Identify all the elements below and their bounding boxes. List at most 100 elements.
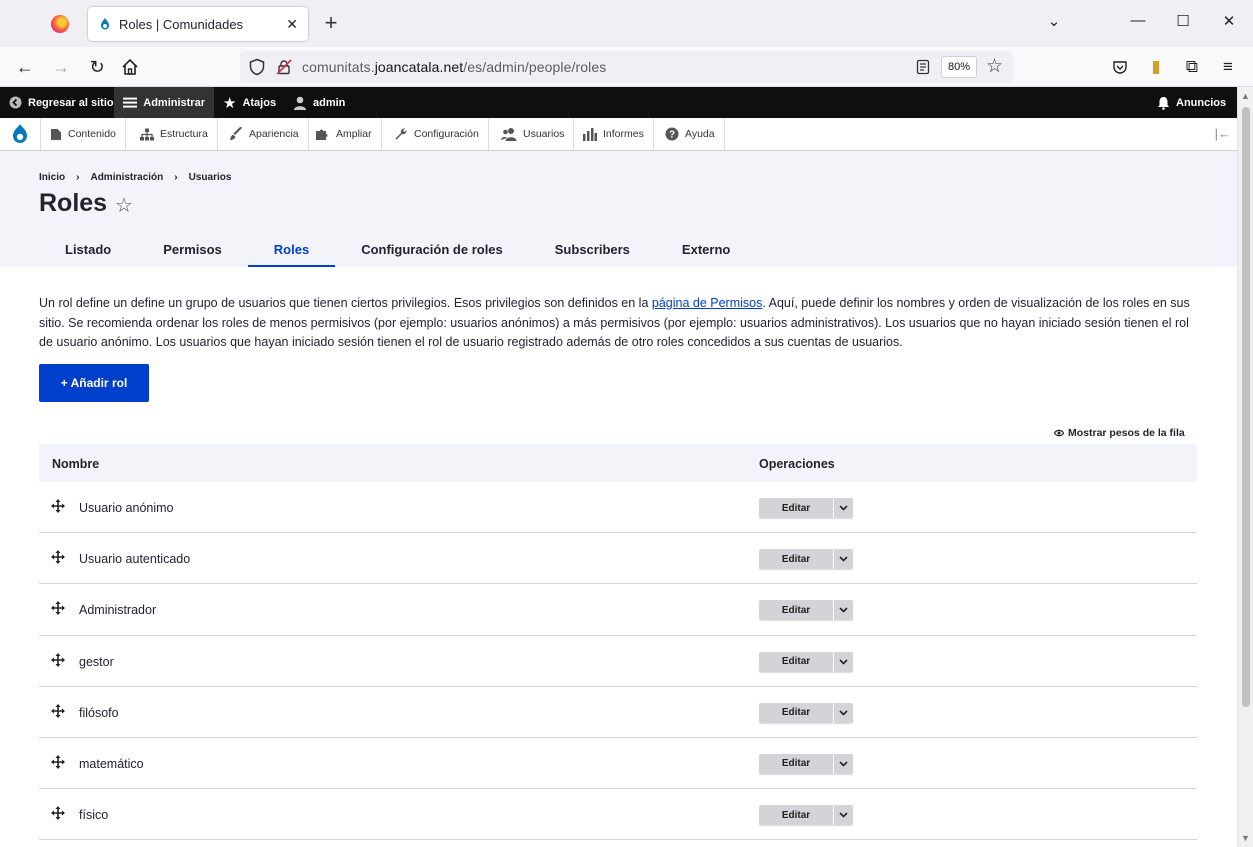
table-row: Usuario anónimo Editar (39, 482, 1197, 534)
tray-item-appearance[interactable]: Apariencia (220, 118, 309, 150)
edit-button[interactable]: Editar (759, 498, 833, 518)
firefox-icon[interactable] (51, 15, 69, 33)
zoom-level-button[interactable]: 80% (941, 56, 978, 78)
tracking-shield-icon[interactable] (248, 58, 266, 76)
operations-toggle-button[interactable] (833, 498, 853, 518)
shortcuts-menu-button[interactable]: ★ Atajos (214, 87, 285, 118)
drag-handle-icon[interactable] (51, 703, 65, 718)
tray-item-people[interactable]: Usuarios (492, 118, 575, 150)
operations-toggle-button[interactable] (833, 549, 853, 570)
user-label: admin (313, 96, 346, 109)
breadcrumb-separator-icon: › (174, 172, 178, 183)
roles-description: Un rol define un define un grupo de usua… (39, 294, 1194, 353)
browser-tab[interactable]: Roles | Comunidades ✕ (88, 7, 308, 41)
drag-handle-icon[interactable] (51, 754, 65, 769)
scroll-up-icon[interactable]: ▲ (1241, 91, 1250, 101)
close-window-icon[interactable]: ✕ (1219, 12, 1239, 30)
operations-toggle-button[interactable] (833, 651, 853, 672)
url-bar[interactable]: comunitats.joancatala.net/es/admin/peopl… (240, 51, 1013, 83)
tray-item-extend[interactable]: Ampliar (306, 118, 382, 150)
tab-subscribers[interactable]: Subscribers (529, 236, 656, 267)
tab-role-settings[interactable]: Configuración de roles (335, 236, 529, 267)
maximize-icon[interactable]: ☐ (1173, 12, 1193, 30)
breadcrumb-people-link[interactable]: Usuarios (189, 172, 232, 183)
operations-toggle-button[interactable] (833, 702, 853, 723)
new-tab-icon[interactable]: + (320, 10, 342, 36)
close-tab-icon[interactable]: ✕ (286, 16, 298, 33)
url-text[interactable]: comunitats.joancatala.net/es/admin/peopl… (302, 59, 606, 75)
reader-view-icon[interactable] (915, 59, 931, 75)
operations-dropbutton: Editar (759, 651, 853, 672)
permissions-page-link[interactable]: página de Permisos (652, 296, 762, 310)
operations-toggle-button[interactable] (833, 805, 853, 826)
back-arrow-icon[interactable]: ← (13, 55, 37, 79)
scroll-down-icon[interactable]: ▼ (1241, 833, 1250, 843)
insecure-lock-icon[interactable] (276, 59, 292, 75)
add-shortcut-star-icon[interactable]: ☆ (115, 193, 133, 218)
tab-external[interactable]: Externo (656, 236, 756, 267)
tab-list[interactable]: Listado (39, 236, 137, 267)
tab-permissions[interactable]: Permisos (137, 236, 248, 267)
table-row: físico Editar (39, 789, 1197, 841)
drag-handle-icon[interactable] (51, 652, 65, 667)
page-scrollbar[interactable]: ▲ ▼ (1237, 87, 1253, 847)
manage-menu-button[interactable]: Administrar (114, 87, 214, 118)
show-row-weights-link[interactable]: Mostrar pesos de la fila (1054, 427, 1185, 439)
tray-item-configuration[interactable]: Configuración (385, 118, 489, 150)
announcements-button[interactable]: Anuncios (1148, 87, 1235, 118)
drupal-logo-link[interactable] (0, 118, 41, 150)
tab-roles[interactable]: Roles (247, 236, 336, 267)
operations-dropbutton: Editar (759, 600, 853, 621)
drag-handle-icon[interactable] (51, 499, 65, 513)
breadcrumb-admin-link[interactable]: Administración (90, 172, 163, 183)
tray-item-structure-label: Estructura (160, 128, 208, 140)
tray-item-reports[interactable]: Informes (574, 118, 654, 150)
chevron-down-icon (839, 710, 848, 716)
extension-bar-icon[interactable]: ▮ (1144, 55, 1168, 79)
user-menu-button[interactable]: admin (284, 87, 354, 118)
operations-dropbutton: Editar (759, 498, 853, 518)
browser-nav-bar: ← → ↻ comunitats.joancatala.net/es/admin… (0, 47, 1253, 87)
edit-button[interactable]: Editar (759, 549, 833, 570)
role-name: matemático (79, 756, 144, 771)
table-row: Usuario autenticado Editar (39, 533, 1197, 585)
operations-dropbutton: Editar (759, 805, 853, 826)
add-role-button[interactable]: + Añadir rol (39, 364, 149, 402)
drupal-logo-icon (13, 124, 27, 143)
scrollbar-thumb[interactable] (1242, 107, 1250, 707)
table-row: gestor Editar (39, 636, 1197, 687)
tray-item-content[interactable]: Contenido (41, 118, 126, 150)
reload-icon[interactable]: ↻ (85, 55, 109, 79)
edit-button[interactable]: Editar (759, 702, 833, 723)
configuration-wrench-icon (395, 128, 407, 140)
tab-list-chevron-icon[interactable]: ⌄ (1044, 12, 1064, 30)
minimize-icon[interactable]: — (1128, 12, 1148, 29)
forward-arrow-icon[interactable]: → (49, 55, 73, 79)
edit-button[interactable]: Editar (759, 600, 833, 621)
drag-handle-icon[interactable] (51, 806, 65, 821)
tray-item-help[interactable]: ? Ayuda (656, 118, 725, 150)
help-question-icon: ? (665, 127, 679, 141)
home-icon[interactable] (120, 57, 140, 77)
breadcrumb-home-link[interactable]: Inicio (39, 172, 65, 183)
table-body: Usuario anónimo Editar Usuario autentica… (39, 482, 1197, 841)
svg-text:?: ? (669, 130, 675, 141)
operations-toggle-button[interactable] (833, 753, 853, 774)
extensions-puzzle-icon[interactable]: ⧉ (1180, 55, 1204, 79)
structure-sitemap-icon (140, 128, 154, 140)
drag-handle-icon[interactable] (51, 550, 65, 565)
app-menu-icon[interactable]: ≡ (1216, 55, 1240, 79)
drag-handle-icon[interactable] (51, 601, 65, 616)
tray-item-structure[interactable]: Estructura (131, 118, 218, 150)
back-to-site-link[interactable]: Regresar al sitio (0, 87, 123, 118)
page-title: Roles (39, 189, 108, 217)
description-text-start: Un rol define un define un grupo de usua… (39, 296, 652, 310)
edit-button[interactable]: Editar (759, 651, 833, 672)
people-icon (501, 128, 517, 141)
edit-button[interactable]: Editar (759, 805, 833, 826)
bookmark-star-icon[interactable]: ☆ (986, 55, 1003, 78)
collapse-tray-icon[interactable]: |← (1215, 126, 1231, 141)
operations-toggle-button[interactable] (833, 600, 853, 621)
pocket-icon[interactable] (1108, 55, 1132, 79)
edit-button[interactable]: Editar (759, 753, 833, 774)
